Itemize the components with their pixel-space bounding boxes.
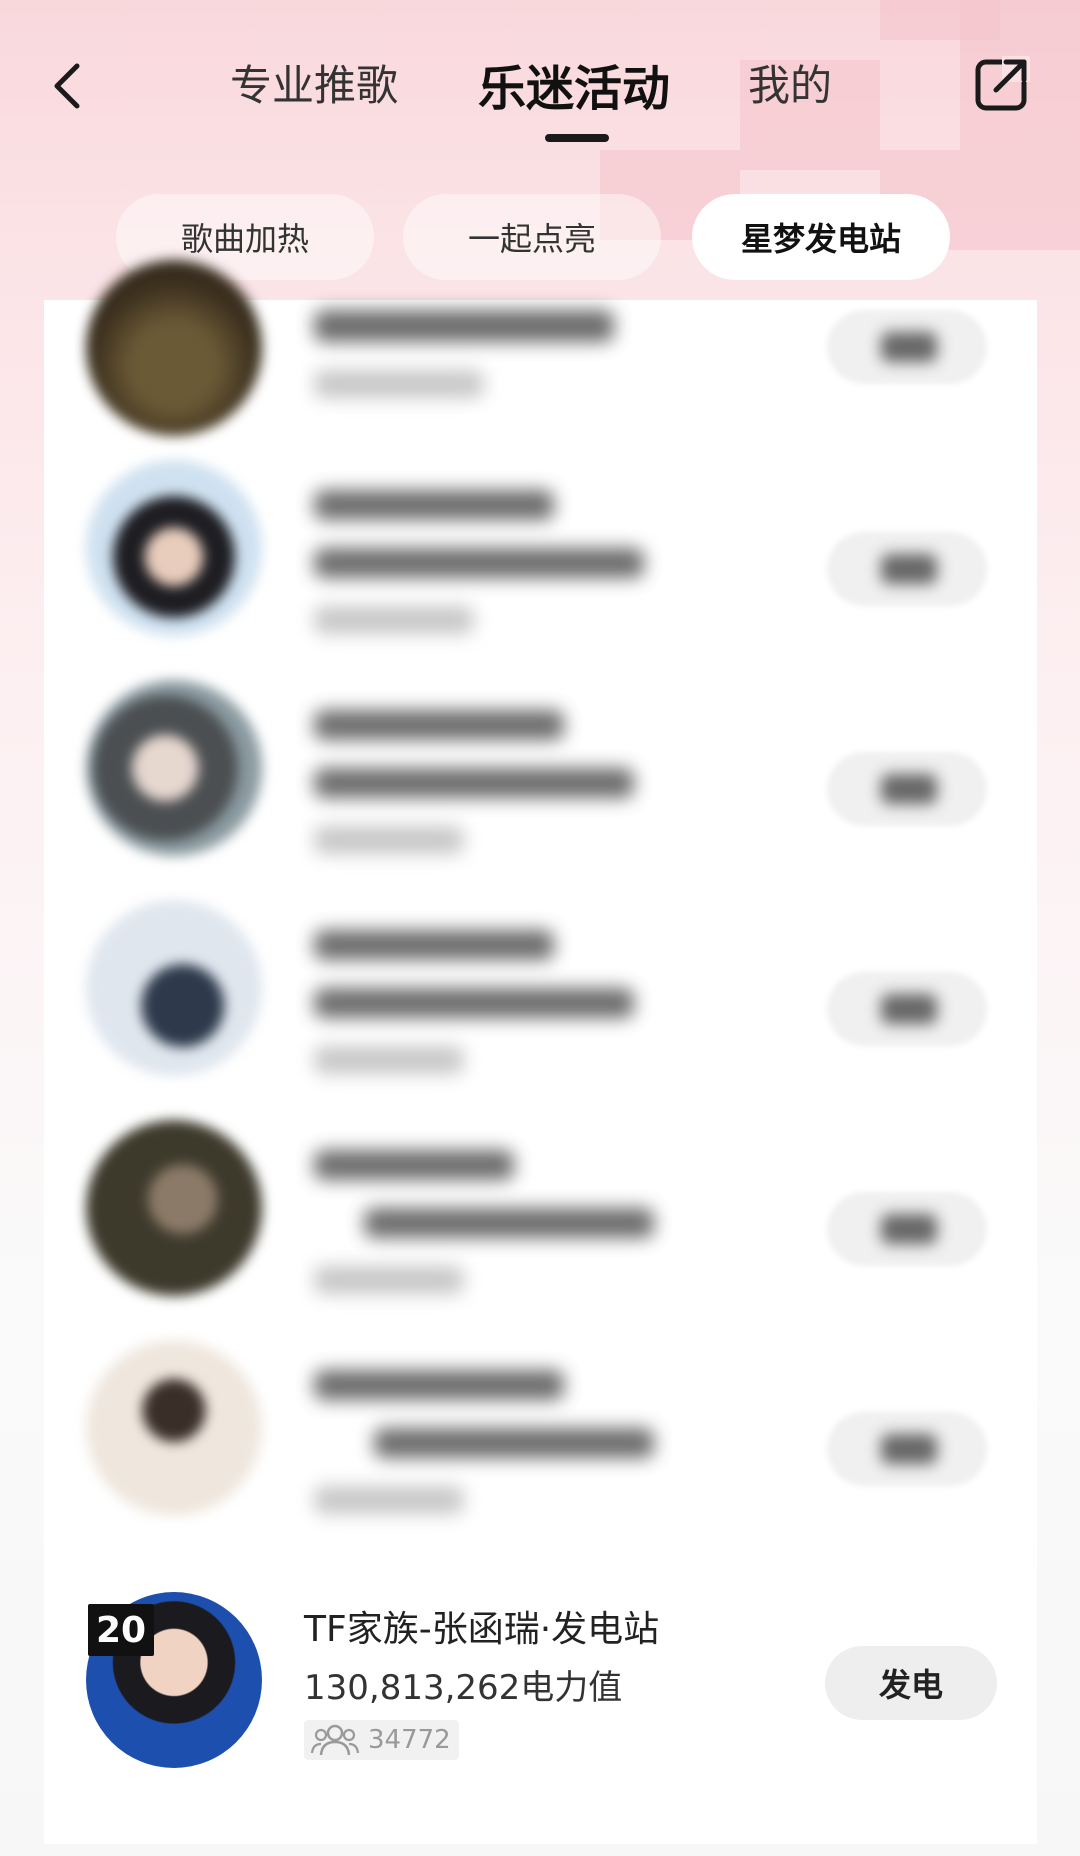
blurred-text: [314, 548, 644, 578]
blurred-text: [314, 1150, 514, 1180]
blurred-text: [314, 490, 554, 520]
blurred-text: [314, 1046, 464, 1074]
blurred-text: [314, 710, 564, 740]
tab-pro-promote[interactable]: 专业推歌: [230, 52, 398, 113]
share-button[interactable]: [974, 56, 1030, 112]
rank-badge: 20: [88, 1604, 154, 1656]
avatar: [86, 680, 262, 856]
list-item[interactable]: [44, 260, 1037, 480]
blurred-text: [314, 370, 484, 398]
blurred-text: [314, 988, 634, 1018]
avatar: [86, 900, 262, 1076]
fans-count: 34772: [368, 1725, 451, 1755]
power-value: 130,813,262电力值: [304, 1668, 623, 1708]
charge-button[interactable]: 发电: [825, 1646, 997, 1720]
blurred-text: [374, 1428, 654, 1458]
list-item[interactable]: [44, 900, 1037, 1120]
tab-mine[interactable]: 我的: [748, 52, 832, 113]
list-item[interactable]: [44, 1120, 1037, 1340]
share-external-icon: [975, 56, 1030, 111]
avatar: 20: [86, 1592, 262, 1768]
active-tab-indicator: [545, 134, 609, 142]
blurred-text: [314, 310, 614, 342]
blurred-button[interactable]: [827, 310, 987, 384]
avatar: [86, 460, 262, 636]
blurred-button[interactable]: [827, 972, 987, 1046]
blurred-text: [314, 826, 464, 854]
tab-fan-activities[interactable]: 乐迷活动: [478, 49, 670, 119]
blurred-text: [314, 1266, 464, 1294]
avatar: [86, 1340, 262, 1516]
featured-station-row[interactable]: 20 TF家族-张函瑞·发电站 130,813,262电力值 34772 发电: [44, 1580, 1037, 1780]
list-item[interactable]: [44, 1340, 1037, 1560]
blurred-text: [314, 1486, 464, 1514]
blurred-text: [314, 768, 634, 798]
list-item[interactable]: [44, 460, 1037, 680]
avatar: [86, 1120, 262, 1296]
avatar: [86, 260, 262, 436]
people-icon: [310, 1724, 360, 1756]
blurred-text: [314, 1370, 564, 1400]
main-tabs: 专业推歌 乐迷活动 我的: [0, 52, 1080, 132]
blurred-text: [314, 930, 554, 960]
blurred-text: [364, 1208, 654, 1238]
blurred-button[interactable]: [827, 1412, 987, 1486]
blurred-button[interactable]: [827, 752, 987, 826]
blurred-button[interactable]: [827, 532, 987, 606]
blurred-text: [314, 606, 474, 634]
blurred-button[interactable]: [827, 1192, 987, 1266]
fans-count-chip: 34772: [304, 1720, 459, 1760]
list-item[interactable]: [44, 680, 1037, 900]
station-name: TF家族-张函瑞·发电站: [304, 1609, 660, 1650]
top-nav: 专业推歌 乐迷活动 我的: [0, 0, 1080, 160]
